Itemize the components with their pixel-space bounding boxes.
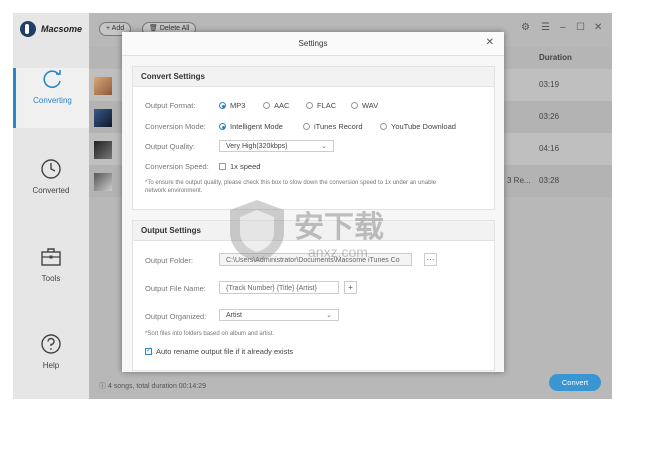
- convert-button[interactable]: Convert: [549, 374, 601, 391]
- add-label: Add: [111, 25, 125, 32]
- sidebar: Macsome Converting Converted Tools Help: [13, 13, 89, 399]
- organized-note: *Sort files into folders based on album …: [145, 331, 275, 337]
- dialog-title: Settings: [122, 32, 504, 56]
- watermark: 安下载 anxz.com: [222, 196, 438, 266]
- album-art: [94, 109, 112, 127]
- sidebar-item-converting[interactable]: Converting: [13, 68, 89, 128]
- output-quality-value: Very High(320kbps): [226, 143, 288, 150]
- watermark-url: anxz.com: [308, 244, 368, 260]
- auto-rename-label: Auto rename output file if it already ex…: [156, 347, 294, 356]
- output-format-label: Output Format:: [145, 101, 196, 110]
- mode-option-intelligent[interactable]: Intelligent Mode: [219, 122, 283, 131]
- output-filename-label: Output File Name:: [145, 284, 206, 293]
- footer-bar: ⓘ 4 songs, total duration 00:14:29 Conve…: [89, 373, 612, 399]
- toolbox-icon: [41, 248, 61, 266]
- sidebar-item-tools[interactable]: Tools: [13, 246, 89, 306]
- sidebar-item-label: Help: [42, 361, 60, 370]
- output-quality-label: Output Quality:: [145, 142, 196, 151]
- app-logo: Macsome: [20, 21, 82, 37]
- minimize-icon[interactable]: –: [560, 22, 566, 33]
- mode-option-label: Intelligent Mode: [230, 122, 283, 131]
- shield-logo-icon: [230, 200, 284, 262]
- mode-option-label: iTunes Record: [314, 122, 363, 131]
- format-option-label: WAV: [362, 101, 379, 110]
- format-option-label: AAC: [274, 101, 290, 110]
- mode-option-itunes-record[interactable]: iTunes Record: [303, 122, 363, 131]
- radio-icon: [303, 123, 310, 130]
- mode-option-label: YouTube Download: [391, 122, 456, 131]
- macsome-logo-icon: [20, 21, 36, 37]
- chevron-down-icon: ⌄: [321, 143, 327, 150]
- question-icon: [41, 334, 61, 354]
- trash-icon: 🗑: [149, 25, 160, 32]
- track-album: 3 Re...: [507, 176, 531, 185]
- sidebar-item-label: Converted: [32, 186, 70, 195]
- format-option-mp3[interactable]: MP3: [219, 101, 245, 110]
- sidebar-item-converted[interactable]: Converted: [13, 158, 89, 218]
- checkbox-icon: [219, 163, 226, 170]
- info-icon: ⓘ: [99, 383, 108, 390]
- checkbox-checked-icon: [145, 346, 152, 355]
- app-name: Macsome: [41, 24, 83, 34]
- format-option-label: FLAC: [317, 101, 337, 110]
- maximize-icon[interactable]: ☐: [576, 22, 585, 33]
- radio-selected-icon: [219, 102, 226, 109]
- radio-icon: [263, 102, 270, 109]
- panel-heading: Convert Settings: [133, 67, 494, 87]
- convert-settings-panel: Convert Settings Output Format: MP3 AAC …: [132, 66, 495, 210]
- format-option-label: MP3: [230, 101, 246, 110]
- delete-all-label: Delete All: [159, 25, 190, 32]
- album-art: [94, 141, 112, 159]
- sidebar-item-help[interactable]: Help: [13, 333, 89, 393]
- output-organized-select[interactable]: Artist ⌄: [219, 309, 339, 321]
- duration-column-header: Duration: [539, 53, 572, 62]
- sidebar-item-label: Tools: [41, 274, 61, 283]
- songs-summary: ⓘ 4 songs, total duration 00:14:29: [99, 381, 206, 391]
- output-organized-value: Artist: [226, 312, 242, 319]
- close-icon[interactable]: ✕: [486, 37, 494, 48]
- track-duration: 03:28: [539, 176, 560, 185]
- speed-option-label: 1x speed: [230, 162, 261, 171]
- radio-icon: [351, 102, 358, 109]
- watermark-text: 安下载: [294, 210, 384, 245]
- songs-summary-text: 4 songs, total duration 00:14:29: [107, 383, 207, 390]
- menu-icon[interactable]: ☰: [541, 22, 550, 33]
- track-duration: 03:19: [539, 80, 560, 89]
- gear-icon[interactable]: ⚙: [521, 22, 530, 33]
- conversion-speed-label: Conversion Speed:: [145, 162, 209, 171]
- radio-selected-icon: [219, 123, 226, 130]
- format-option-wav[interactable]: WAV: [351, 101, 378, 110]
- format-option-flac[interactable]: FLAC: [306, 101, 336, 110]
- output-quality-select[interactable]: Very High(320kbps) ⌄: [219, 140, 334, 152]
- output-organized-label: Output Organized:: [145, 312, 207, 321]
- album-art: [94, 173, 112, 191]
- auto-rename-checkbox[interactable]: Auto rename output file if it already ex…: [145, 346, 294, 356]
- output-folder-label: Output Folder:: [145, 256, 193, 265]
- speed-note: *To ensure the output quality, please ch…: [145, 179, 436, 195]
- chevron-down-icon: ⌄: [326, 312, 332, 319]
- speed-note-line: *To ensure the output quality, please ch…: [145, 180, 437, 186]
- format-option-aac[interactable]: AAC: [263, 101, 289, 110]
- radio-icon: [306, 102, 313, 109]
- track-duration: 04:16: [539, 144, 560, 153]
- refresh-icon: [42, 70, 61, 88]
- add-filename-tag-button[interactable]: +: [344, 281, 357, 294]
- conversion-mode-label: Conversion Mode:: [145, 122, 206, 131]
- clock-icon: [41, 159, 61, 179]
- sidebar-item-label: Converting: [33, 96, 72, 105]
- speed-note-line: network environment.: [145, 188, 203, 194]
- output-filename-field[interactable]: {Track Number} {Title} {Artist}: [219, 281, 339, 294]
- radio-icon: [380, 123, 387, 130]
- mode-option-youtube[interactable]: YouTube Download: [380, 122, 456, 131]
- close-window-icon[interactable]: ✕: [594, 22, 602, 33]
- album-art: [94, 77, 112, 95]
- speed-checkbox[interactable]: 1x speed: [219, 162, 260, 171]
- track-duration: 03:26: [539, 112, 560, 121]
